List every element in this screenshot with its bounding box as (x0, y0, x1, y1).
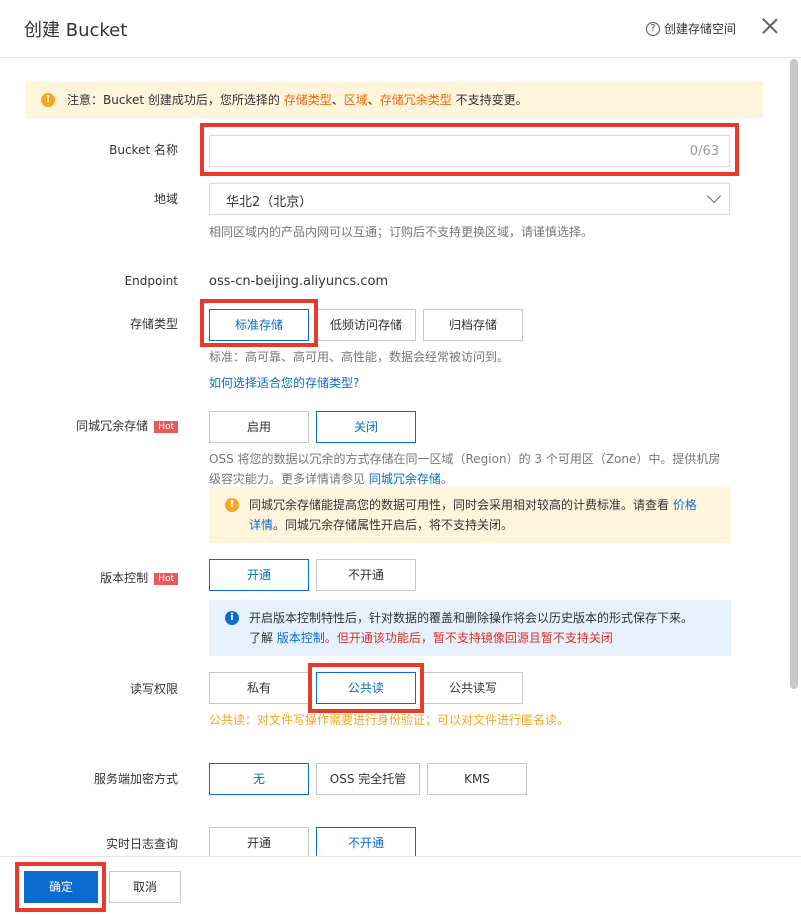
endpoint-label: Endpoint (124, 274, 178, 288)
versioning-doc-link[interactable]: 版本控制 (277, 631, 325, 645)
info-icon: i (225, 611, 239, 625)
dialog-title: 创建 Bucket (24, 20, 128, 41)
zone-redundancy-label-text: 同城冗余存储 (76, 419, 149, 433)
storage-class-archive[interactable]: 归档存储 (423, 309, 523, 341)
ok-button[interactable]: 确定 (24, 871, 98, 903)
versioning-info-line1: 开启版本控制特性后，针对数据的覆盖和删除操作将会以历史版本的形式保存下来。 (249, 611, 694, 625)
price-detail-link[interactable]: 详情 (249, 518, 273, 532)
storage-class-help-link[interactable]: 如何选择适合您的存储类型? (209, 373, 359, 393)
encryption-none[interactable]: 无 (209, 763, 309, 795)
realtime-log-disable[interactable]: 不开通 (316, 827, 416, 856)
storage-class-hint: 标准：高可靠、高可用、高性能，数据会经常被访问到。 (209, 350, 510, 364)
hot-badge: Hot (154, 573, 178, 585)
warning-text: 同城冗余存储能提高您的数据可用性，同时会采用相对较高的计费标准。请查看 (249, 498, 673, 512)
dialog-body: ! 注意：Bucket 创建成功后，您所选择的 存储类型、区域、存储冗余类型 不… (0, 59, 801, 856)
storage-class-label: 存储类型 (129, 317, 178, 331)
hint-text: 。 (440, 472, 453, 486)
notice-item-storage: 存储类型 (283, 93, 332, 107)
warning-text: 。同城冗余存储属性开启后，将不支持关闭。 (273, 518, 514, 532)
notice-sep: 、 (367, 93, 380, 107)
notice-sep: 、 (331, 93, 344, 107)
info-text: 了解 (249, 631, 277, 645)
encryption-oss-managed[interactable]: OSS 完全托管 (316, 763, 420, 795)
hot-badge: Hot (154, 421, 178, 433)
cancel-button[interactable]: 取消 (109, 871, 181, 903)
zone-redundancy-label: 同城冗余存储 Hot (8, 417, 178, 434)
region-selected: 华北2（北京） (226, 195, 313, 210)
notice-suffix: 不支持变更。 (451, 93, 528, 107)
versioning-info: i 开启版本控制特性后，针对数据的覆盖和删除操作将会以历史版本的形式保存下来。 … (209, 600, 731, 656)
acl-public-read-write[interactable]: 公共读写 (423, 672, 523, 704)
endpoint-value: oss-cn-beijing.aliyuncs.com (209, 274, 389, 289)
versioning-enable[interactable]: 开通 (209, 559, 309, 591)
zone-redundancy-enable[interactable]: 启用 (209, 411, 309, 443)
help-label: 创建存储空间 (664, 22, 737, 36)
region-label: 地域 (153, 192, 178, 206)
warning-icon: ! (225, 498, 239, 512)
versioning-info-line2: 了解 版本控制。但开通该功能后，暂不支持镜像回源且暂不支持关闭 (249, 628, 715, 648)
zone-redundancy-doc-link[interactable]: 同城冗余存储 (369, 472, 441, 486)
close-icon[interactable] (760, 16, 780, 36)
storage-class-standard[interactable]: 标准存储 (209, 309, 309, 341)
warning-icon: ! (41, 93, 55, 107)
chevron-down-icon (706, 188, 722, 204)
versioning-warning-text: 。但开通该功能后，暂不支持镜像回源且暂不支持关闭 (324, 631, 613, 645)
zone-redundancy-disable[interactable]: 关闭 (316, 411, 416, 443)
help-link[interactable]: ? 创建存储空间 (646, 20, 736, 37)
realtime-log-label: 实时日志查询 (105, 837, 178, 851)
notice-prefix: 注意：Bucket 创建成功后，您所选择的 (67, 93, 284, 107)
question-icon: ? (646, 21, 660, 36)
price-link[interactable]: 价格 (673, 498, 697, 512)
region-select[interactable]: 华北2（北京） (209, 183, 730, 215)
versioning-label: 版本控制 Hot (8, 569, 178, 586)
encryption-label: 服务端加密方式 (93, 772, 178, 786)
acl-label: 读写权限 (129, 682, 178, 696)
acl-private[interactable]: 私有 (209, 672, 309, 704)
region-hint: 相同区域内的产品内网可以互通；订购后不支持更换区域，请谨慎选择。 (209, 225, 594, 239)
dialog-footer: 确定 取消 (0, 856, 801, 917)
storage-class-ia[interactable]: 低频访问存储 (316, 309, 416, 341)
encryption-kms[interactable]: KMS (427, 763, 527, 795)
zone-redundancy-warning: ! 同城冗余存储能提高您的数据可用性，同时会采用相对较高的计费标准。请查看 价格… (209, 487, 731, 543)
dialog-header: 创建 Bucket ? 创建存储空间 (0, 0, 801, 58)
hint-text: 级容灾能力。更多详情请参见 (209, 472, 369, 486)
versioning-label-text: 版本控制 (100, 571, 149, 585)
acl-hint: 公共读：对文件写操作需要进行身份验证；可以对文件进行匿名读。 (209, 713, 570, 727)
zone-redundancy-hint-line1: OSS 将您的数据以冗余的方式存储在同一区域（Region）的 3 个可用区（Z… (209, 452, 721, 466)
zone-redundancy-hint-line2: 级容灾能力。更多详情请参见 同城冗余存储。 (209, 469, 749, 489)
acl-public-read[interactable]: 公共读 (316, 672, 416, 704)
notice-item-redundancy: 存储冗余类型 (379, 93, 452, 107)
bucket-name-counter: 0/63 (689, 144, 719, 159)
zone-redundancy-hint: OSS 将您的数据以冗余的方式存储在同一区域（Region）的 3 个可用区（Z… (209, 449, 749, 489)
bucket-name-input[interactable]: 0/63 (209, 135, 730, 167)
realtime-log-enable[interactable]: 开通 (209, 827, 309, 856)
bucket-name-label: Bucket 名称 (109, 143, 178, 157)
versioning-disable[interactable]: 不开通 (316, 559, 416, 591)
notice-banner: ! 注意：Bucket 创建成功后，您所选择的 存储类型、区域、存储冗余类型 不… (25, 82, 763, 118)
notice-item-region: 区域 (343, 93, 368, 107)
vertical-scrollbar[interactable] (790, 59, 798, 689)
